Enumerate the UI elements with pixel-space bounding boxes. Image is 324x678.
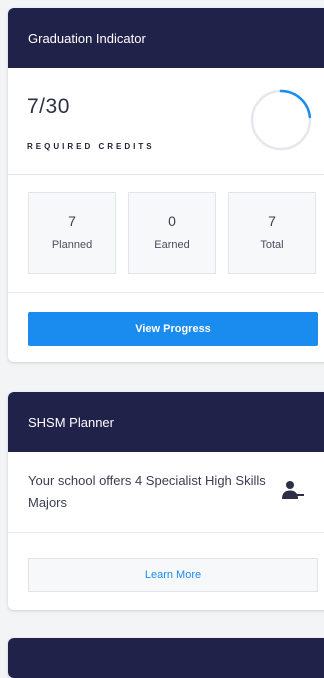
stat-total-value: 7 [268,213,276,229]
graduation-indicator-card: Graduation Indicator 7/30 REQUIRED CREDI… [8,8,324,362]
stat-planned-label: Planned [51,239,93,251]
next-card-header [8,638,324,678]
learn-more-button[interactable]: Learn More [28,558,318,592]
shsm-body: Your school offers 4 Specialist High Ski… [8,452,324,533]
stat-planned: 7 Planned [28,192,116,274]
stat-planned-value: 7 [68,213,76,229]
stat-earned: 0 Earned [128,192,216,274]
shsm-card-title: SHSM Planner [28,414,114,430]
credits-value: 7/30 [27,95,70,118]
stat-total-label: Total [260,239,284,251]
shsm-card-header: SHSM Planner [8,392,324,452]
stat-earned-value: 0 [168,213,176,229]
credits-progress-ring [250,89,312,151]
credits-label: REQUIRED CREDITS [27,142,155,151]
shsm-planner-card: SHSM Planner Your school offers 4 Specia… [8,392,324,610]
stat-total: 7 Total [228,192,316,274]
shsm-description: Your school offers 4 Specialist High Ski… [28,473,266,510]
required-credits-section: 7/30 REQUIRED CREDITS [8,68,324,175]
next-card [8,638,324,678]
stat-earned-label: Earned [154,239,190,251]
person-remove-icon [282,481,304,499]
graduation-card-header: Graduation Indicator [8,8,324,68]
view-progress-button[interactable]: View Progress [28,312,318,346]
graduation-card-title: Graduation Indicator [28,30,146,46]
credit-stats-section: 7 Planned 0 Earned 7 Total [8,174,324,293]
